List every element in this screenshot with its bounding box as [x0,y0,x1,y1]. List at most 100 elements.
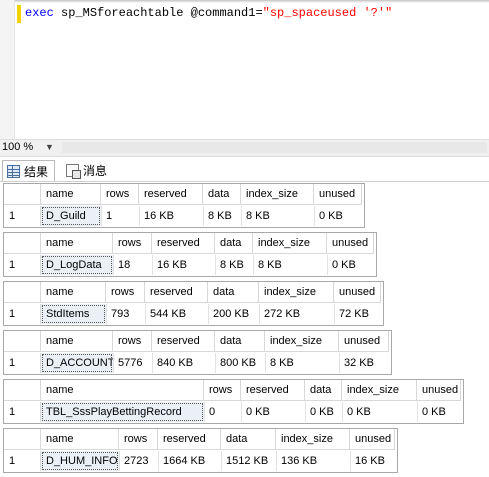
grid-corner[interactable] [4,380,41,401]
table-row[interactable]: 1 D_Guild 1 16 KB 8 KB 8 KB 0 KB [4,206,364,226]
column-header-name[interactable]: name [41,282,106,303]
grid-corner[interactable] [4,184,41,205]
zoom-level[interactable]: 100 % [2,141,33,153]
cell-name[interactable]: StdItems [41,304,106,324]
cell-rows[interactable]: 1 [101,206,139,226]
grid-corner[interactable] [4,233,41,254]
column-header-index-size[interactable]: index_size [259,282,334,303]
cell-reserved[interactable]: 0 KB [241,402,305,422]
cell-unused[interactable]: 0 KB [314,206,362,226]
cell-unused[interactable]: 32 KB [339,353,389,373]
row-number[interactable]: 1 [4,304,41,324]
column-header-data[interactable]: data [215,331,265,352]
column-header-reserved[interactable]: reserved [158,429,221,450]
query-editor[interactable]: exec sp_MSforeachtable @command1="sp_spa… [0,0,489,139]
cell-name[interactable]: D_Guild [41,206,101,226]
result-grid[interactable]: name rows reserved data index_size unused 1 D_H… [3,428,398,473]
cell-unused[interactable]: 0 KB [417,402,461,422]
result-grid[interactable]: name rows reserved data index_size unused 1 D_G… [3,183,365,228]
column-header-unused[interactable]: unused [327,233,374,254]
grid-corner[interactable] [4,282,41,303]
column-header-rows[interactable]: rows [113,331,152,352]
column-header-unused[interactable]: unused [334,282,381,303]
cell-reserved[interactable]: 840 KB [152,353,215,373]
cell-rows[interactable]: 793 [106,304,145,324]
grid-corner[interactable] [4,429,41,450]
row-number[interactable]: 1 [4,451,41,471]
column-header-data[interactable]: data [208,282,259,303]
column-header-reserved[interactable]: reserved [152,233,215,254]
cell-reserved[interactable]: 16 KB [139,206,203,226]
column-header-unused[interactable]: unused [350,429,395,450]
cell-index-size[interactable]: 136 KB [276,451,350,471]
column-header-unused[interactable]: unused [314,184,362,205]
cell-index-size[interactable]: 8 KB [265,353,339,373]
column-header-name[interactable]: name [41,380,204,401]
cell-rows[interactable]: 2723 [119,451,158,471]
cell-rows[interactable]: 0 [204,402,241,422]
column-header-name[interactable]: name [41,233,113,254]
row-number[interactable]: 1 [4,255,41,275]
table-row[interactable]: 1 D_ACCOUNT 5776 840 KB 800 KB 8 KB 32 KB [4,353,391,373]
cell-data[interactable]: 200 KB [208,304,259,324]
column-header-name[interactable]: name [41,331,113,352]
column-header-index-size[interactable]: index_size [265,331,339,352]
column-header-name[interactable]: name [41,429,119,450]
result-grid[interactable]: name rows reserved data index_size unused 1 TBL… [3,379,464,424]
row-number[interactable]: 1 [4,206,41,226]
column-header-index-size[interactable]: index_size [276,429,350,450]
column-header-data[interactable]: data [215,233,253,254]
cell-name[interactable]: D_ACCOUNT [41,353,114,373]
column-header-rows[interactable]: rows [113,233,152,254]
column-header-name[interactable]: name [41,184,101,205]
column-header-data[interactable]: data [203,184,241,205]
table-row[interactable]: 1 D_LogData 18 16 KB 8 KB 8 KB 0 KB [4,255,376,275]
grid-corner[interactable] [4,331,41,352]
cell-unused[interactable]: 72 KB [334,304,381,324]
column-header-index-size[interactable]: index_size [253,233,327,254]
column-header-reserved[interactable]: reserved [152,331,215,352]
cell-index-size[interactable]: 8 KB [253,255,327,275]
cell-data[interactable]: 800 KB [215,353,265,373]
cell-name[interactable]: TBL_SssPlayBettingRecord [41,402,204,422]
cell-index-size[interactable]: 0 KB [342,402,417,422]
chevron-down-icon[interactable]: ▼ [45,142,54,152]
tab-results[interactable]: 结果 [2,160,56,181]
cell-reserved[interactable]: 1664 KB [158,451,221,471]
column-header-reserved[interactable]: reserved [145,282,208,303]
table-row[interactable]: 1 D_HUM_INFO 2723 1664 KB 1512 KB 136 KB 16 KB [4,451,397,471]
column-header-rows[interactable]: rows [106,282,145,303]
horizontal-scrollbar[interactable] [62,142,487,153]
column-header-index-size[interactable]: index_size [241,184,314,205]
cell-name[interactable]: D_HUM_INFO [41,451,119,471]
result-grid[interactable]: name rows reserved data index_size unused 1 D_L… [3,232,377,277]
code-line[interactable]: exec sp_MSforeachtable @command1="sp_spa… [25,6,392,20]
cell-rows[interactable]: 18 [113,255,152,275]
row-number[interactable]: 1 [4,353,41,373]
column-header-rows[interactable]: rows [204,380,241,401]
table-row[interactable]: 1 TBL_SssPlayBettingRecord 0 0 KB 0 KB 0 KB 0 … [4,402,463,422]
column-header-unused[interactable]: unused [339,331,389,352]
cell-index-size[interactable]: 272 KB [259,304,334,324]
column-header-data[interactable]: data [221,429,276,450]
column-header-rows[interactable]: rows [119,429,158,450]
column-header-data[interactable]: data [305,380,342,401]
cell-reserved[interactable]: 544 KB [145,304,208,324]
cell-index-size[interactable]: 8 KB [241,206,314,226]
cell-rows[interactable]: 5776 [113,353,152,373]
table-row[interactable]: 1 StdItems 793 544 KB 200 KB 272 KB 72 KB [4,304,383,324]
cell-reserved[interactable]: 16 KB [152,255,215,275]
column-header-rows[interactable]: rows [101,184,139,205]
column-header-index-size[interactable]: index_size [342,380,417,401]
column-header-unused[interactable]: unused [417,380,461,401]
tab-messages[interactable]: 消息 [62,160,111,180]
cell-name[interactable]: D_LogData [41,255,113,275]
row-number[interactable]: 1 [4,402,41,422]
column-header-reserved[interactable]: reserved [241,380,305,401]
result-grid[interactable]: name rows reserved data index_size unused 1 D_A… [3,330,392,375]
cell-unused[interactable]: 16 KB [350,451,395,471]
cell-unused[interactable]: 0 KB [327,255,374,275]
cell-data[interactable]: 1512 KB [221,451,276,471]
cell-data[interactable]: 8 KB [203,206,241,226]
cell-data[interactable]: 8 KB [215,255,253,275]
